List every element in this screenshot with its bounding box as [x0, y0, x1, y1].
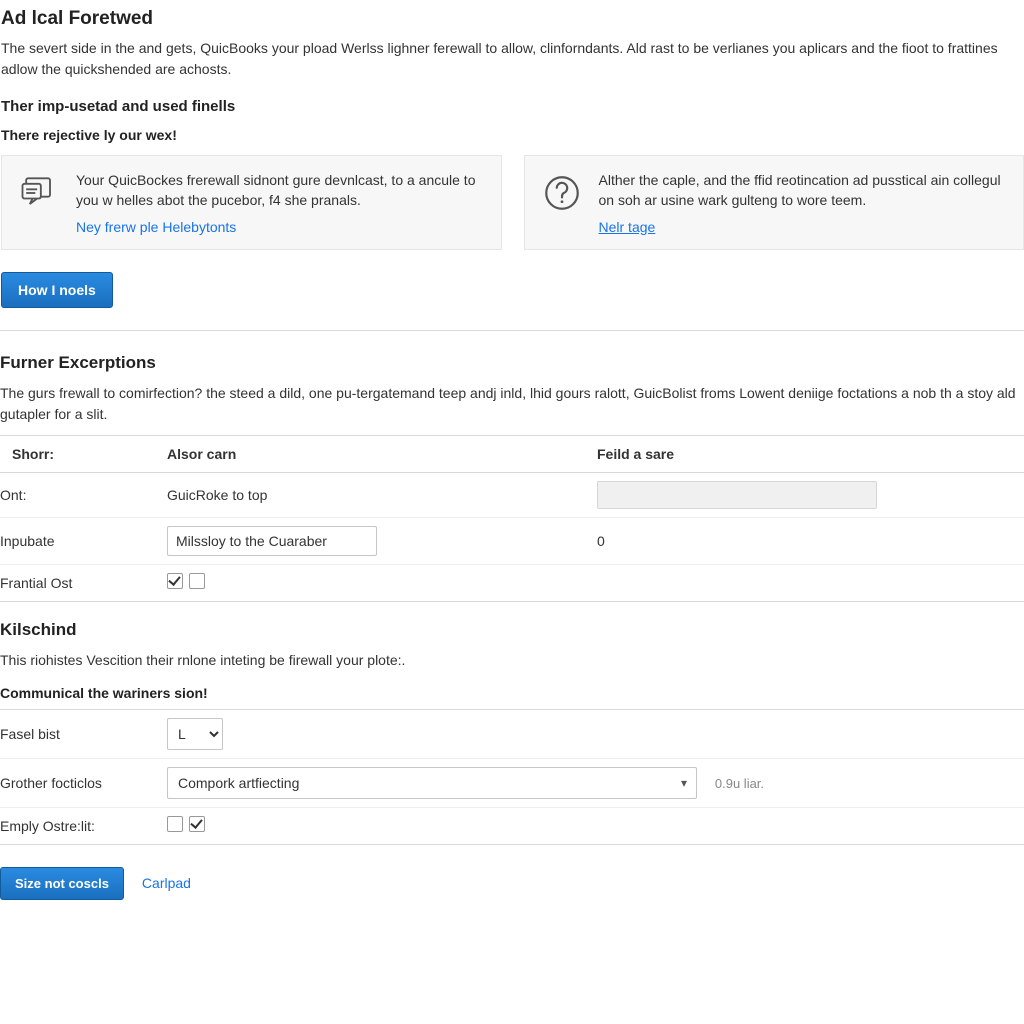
tips-heading: Ther imp-usetad and used finells [1, 98, 1024, 115]
tips-subheading: There rejective ly our wex! [1, 127, 1024, 143]
kilschind-desc: This riohistes Vescition their rnlone in… [0, 650, 1024, 671]
kilschind-heading: Kilschind [0, 620, 1024, 640]
table-row: Emply Ostre:lit: [0, 807, 1024, 844]
grother-select[interactable]: Compork artfiecting [167, 767, 697, 799]
exceptions-col-label: Shorr: [0, 435, 155, 472]
tip-card-2-link[interactable]: Nelr tage [599, 219, 656, 235]
page-title: Ad lcal Foretwed [1, 8, 1024, 30]
table-row: Inpubate 0 [0, 517, 1024, 564]
text-input[interactable] [167, 526, 377, 556]
readonly-input[interactable] [597, 481, 877, 509]
tip-card-1-link[interactable]: Ney frerw ple Helebytonts [76, 219, 236, 235]
checkbox[interactable] [189, 816, 205, 832]
exceptions-table: Shorr: Alsor carn Feild a sare Ont: Guic… [0, 435, 1024, 602]
exceptions-col-right: Feild a sare [585, 435, 1024, 472]
row-value: GuicRoke to top [155, 472, 585, 517]
tip-card-help: Alther the caple, and the ffid reotincat… [524, 155, 1024, 250]
tip-card-1-text: Your QuicBockes frerewall sidnont gure d… [76, 170, 485, 211]
table-row: Frantial Ost [0, 564, 1024, 601]
checkbox[interactable] [189, 573, 205, 589]
exceptions-col-mid: Alsor carn [155, 435, 585, 472]
table-row: Ont: GuicRoke to top [0, 472, 1024, 517]
row-label: Ont: [0, 472, 155, 517]
exceptions-heading: Furner Excerptions [0, 353, 1024, 373]
row-label: Inpubate [0, 517, 155, 564]
question-circle-icon [539, 170, 585, 216]
exceptions-desc: The gurs frewall to comirfection? the st… [0, 383, 1024, 425]
divider [0, 330, 1024, 331]
row-extra: 0 [585, 517, 1024, 564]
cancel-link[interactable]: Carlpad [142, 875, 191, 891]
how-button[interactable]: How I noels [1, 272, 113, 308]
table-row: Grother focticlos Compork artfiecting ▾ … [0, 758, 1024, 807]
kilschind-table: Fasel bist L Grother focticlos Compork a… [0, 709, 1024, 845]
checkbox[interactable] [167, 816, 183, 832]
grother-select-value: Compork artfiecting [178, 775, 299, 791]
row-label: Fasel bist [0, 709, 155, 758]
tip-card-2-text: Alther the caple, and the ffid reotincat… [599, 170, 1008, 211]
row-label: Frantial Ost [0, 564, 155, 601]
checkbox[interactable] [167, 573, 183, 589]
row-label: Emply Ostre:lit: [0, 807, 155, 844]
row-extra [585, 564, 1024, 601]
kilschind-subheading: Communical the wariners sion! [0, 685, 1024, 701]
table-row: Fasel bist L [0, 709, 1024, 758]
community-icon [16, 170, 62, 216]
save-button[interactable]: Size not coscls [0, 867, 124, 900]
page-intro: The severt side in the and gets, QuicBoo… [1, 38, 1024, 80]
tip-card-community: Your QuicBockes frerewall sidnont gure d… [1, 155, 502, 250]
row-label: Grother focticlos [0, 758, 155, 807]
grother-hint: 0.9u liar. [715, 776, 764, 791]
fasel-select[interactable]: L [167, 718, 223, 750]
